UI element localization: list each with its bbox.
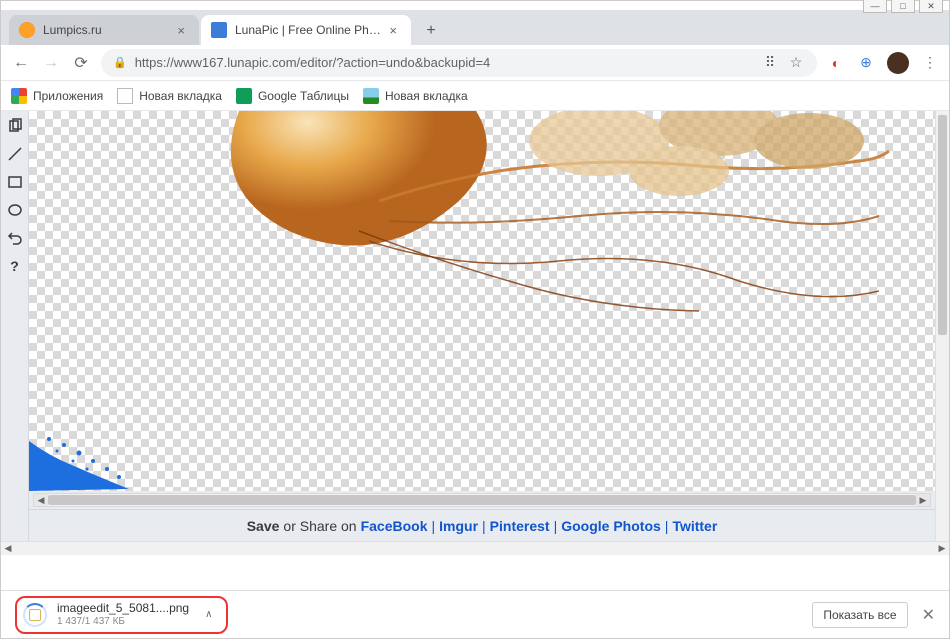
- download-size: 1 437/1 437 КБ: [57, 616, 189, 627]
- browser-tab-lumpics[interactable]: Lumpics.ru ×: [9, 15, 199, 45]
- new-tab-button[interactable]: +: [417, 17, 445, 45]
- ellipse-tool-icon[interactable]: [6, 201, 24, 219]
- scrollbar-thumb[interactable]: [48, 495, 916, 505]
- bookmark-item[interactable]: Google Таблицы: [236, 88, 349, 104]
- share-link-pinterest[interactable]: Pinterest: [490, 518, 550, 534]
- page-vertical-scrollbar[interactable]: [935, 111, 949, 541]
- url-text: https://www167.lunapic.com/editor/?actio…: [135, 55, 753, 70]
- editor-canvas-wrap: ◀ ▶ Save or Share on FaceBook| Imgur| Pi…: [29, 111, 949, 541]
- undo-tool-icon[interactable]: [6, 229, 24, 247]
- reload-button[interactable]: ⟳: [71, 53, 91, 73]
- browser-tab-lunapic[interactable]: LunaPic | Free Online Photo Edito ×: [201, 15, 411, 45]
- show-all-downloads-button[interactable]: Показать все: [812, 602, 907, 628]
- apps-icon: [11, 88, 27, 104]
- menu-icon[interactable]: ⋮: [921, 54, 939, 72]
- scroll-right-icon[interactable]: ▶: [916, 494, 930, 506]
- download-filename: imageedit_5_5081....png: [57, 602, 189, 615]
- star-icon[interactable]: ☆: [787, 54, 805, 72]
- extension-icon[interactable]: ⊕: [857, 54, 875, 72]
- share-link-imgur[interactable]: Imgur: [439, 518, 478, 534]
- scroll-left-icon[interactable]: ◀: [34, 494, 48, 506]
- translate-icon[interactable]: ⠿: [761, 54, 779, 72]
- forward-button[interactable]: →: [41, 53, 61, 73]
- share-link-googlephotos[interactable]: Google Photos: [561, 518, 661, 534]
- line-tool-icon[interactable]: [6, 145, 24, 163]
- apps-button[interactable]: Приложения: [11, 88, 103, 104]
- back-button[interactable]: ←: [11, 53, 31, 73]
- scrollbar-thumb[interactable]: [938, 115, 947, 335]
- window-minimize-button[interactable]: —: [863, 0, 887, 13]
- share-link-facebook[interactable]: FaceBook: [361, 518, 428, 534]
- scroll-right-icon[interactable]: ▶: [935, 542, 949, 555]
- url-input[interactable]: 🔒 https://www167.lunapic.com/editor/?act…: [101, 49, 817, 77]
- download-item[interactable]: imageedit_5_5081....png 1 437/1 437 КБ ∧: [15, 596, 228, 634]
- close-downloads-bar-icon[interactable]: ✕: [922, 605, 935, 625]
- profile-avatar[interactable]: [887, 52, 909, 74]
- favicon-icon: [211, 22, 227, 38]
- page-horizontal-scrollbar[interactable]: ◀ ▶: [1, 541, 949, 555]
- bookmark-item[interactable]: Новая вкладка: [117, 88, 222, 104]
- tab-close-icon[interactable]: ×: [173, 23, 189, 38]
- copy-tool-icon[interactable]: [6, 117, 24, 135]
- downloads-bar: imageedit_5_5081....png 1 437/1 437 КБ ∧…: [1, 590, 949, 638]
- bookmark-label: Google Таблицы: [258, 89, 349, 103]
- blue-speckle-image: [29, 411, 149, 491]
- browser-tabstrip: Lumpics.ru × LunaPic | Free Online Photo…: [1, 11, 949, 45]
- share-text: or Share on: [283, 518, 356, 534]
- window-titlebar: — □ ✕: [1, 1, 949, 11]
- page-content: ?: [1, 111, 949, 541]
- address-bar: ← → ⟳ 🔒 https://www167.lunapic.com/edito…: [1, 45, 949, 81]
- bookmark-label: Новая вкладка: [385, 89, 468, 103]
- save-link[interactable]: Save: [247, 518, 280, 534]
- extension-icon[interactable]: ◐: [827, 54, 845, 72]
- rectangle-tool-icon[interactable]: [6, 173, 24, 191]
- bookmark-item[interactable]: Новая вкладка: [363, 88, 468, 104]
- chevron-up-icon[interactable]: ∧: [205, 609, 212, 620]
- jellyfish-image: [179, 111, 899, 331]
- editor-toolstrip: ?: [1, 111, 29, 541]
- editor-canvas[interactable]: [29, 111, 935, 491]
- share-link-twitter[interactable]: Twitter: [672, 518, 717, 534]
- bookmark-label: Приложения: [33, 89, 103, 103]
- favicon-icon: [19, 22, 35, 38]
- scroll-left-icon[interactable]: ◀: [1, 542, 15, 555]
- tab-label: LunaPic | Free Online Photo Edito: [235, 23, 385, 37]
- share-bar: Save or Share on FaceBook| Imgur| Pinter…: [29, 509, 935, 541]
- page-icon: [117, 88, 133, 104]
- picture-icon: [363, 88, 379, 104]
- window-close-button[interactable]: ✕: [919, 0, 943, 13]
- tab-label: Lumpics.ru: [43, 23, 102, 37]
- tab-close-icon[interactable]: ×: [385, 23, 401, 38]
- window-maximize-button[interactable]: □: [891, 0, 915, 13]
- bookmark-label: Новая вкладка: [139, 89, 222, 103]
- bookmarks-bar: Приложения Новая вкладка Google Таблицы …: [1, 81, 949, 111]
- help-tool-icon[interactable]: ?: [6, 257, 24, 275]
- lock-icon: 🔒: [113, 56, 127, 69]
- download-progress-icon: [23, 603, 47, 627]
- canvas-horizontal-scrollbar[interactable]: ◀ ▶: [33, 493, 931, 507]
- sheets-icon: [236, 88, 252, 104]
